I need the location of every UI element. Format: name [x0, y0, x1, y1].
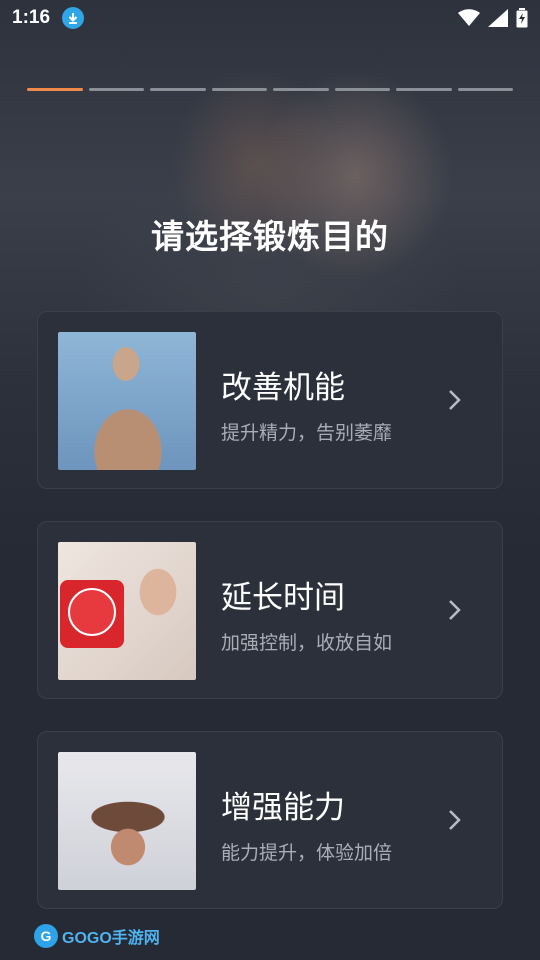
- chevron-right-icon: [449, 390, 461, 410]
- progress-segment-active: [27, 88, 83, 91]
- watermark-logo: G GOGO手游网: [34, 924, 160, 948]
- progress-segment: [396, 88, 452, 91]
- watermark-icon: G: [34, 924, 58, 948]
- page-title: 请选择锻炼目的: [151, 217, 389, 256]
- progress-segment: [211, 88, 267, 91]
- woman-with-alarm-clock-photo: [58, 542, 196, 680]
- option-card-extend-time[interactable]: 延长时间 加强控制，收放自如: [37, 521, 503, 699]
- progress-segment: [150, 88, 206, 91]
- progress-segment: [88, 88, 144, 91]
- progress-segment: [457, 88, 513, 91]
- step-progress: [27, 88, 513, 92]
- chevron-right-icon: [449, 600, 461, 620]
- alarm-clock-icon: [60, 580, 124, 648]
- watermark-text: GOGO手游网: [62, 930, 160, 947]
- option-heading: 延长时间: [221, 580, 345, 616]
- option-subtitle: 能力提升，体验加倍: [221, 842, 393, 864]
- progress-segment: [273, 88, 329, 91]
- option-heading: 增强能力: [221, 790, 345, 826]
- progress-segment: [334, 88, 390, 91]
- wifi-icon: [458, 9, 480, 26]
- signal-icon: [488, 9, 508, 27]
- option-card-enhance-ability[interactable]: 增强能力 能力提升，体验加倍: [37, 731, 503, 909]
- battery-icon: [516, 8, 528, 28]
- option-heading: 改善机能: [221, 370, 345, 406]
- status-time: 1:16: [12, 7, 51, 28]
- status-bar: 1:16: [0, 0, 540, 36]
- option-subtitle: 加强控制，收放自如: [221, 632, 393, 654]
- chevron-right-icon: [449, 810, 461, 830]
- option-card-improve-function[interactable]: 改善机能 提升精力，告别萎靡: [37, 311, 503, 489]
- option-subtitle: 提升精力，告别萎靡: [221, 422, 393, 444]
- woman-in-bed-photo: [58, 752, 196, 890]
- muscular-man-photo: [58, 332, 196, 470]
- download-icon: [62, 7, 85, 29]
